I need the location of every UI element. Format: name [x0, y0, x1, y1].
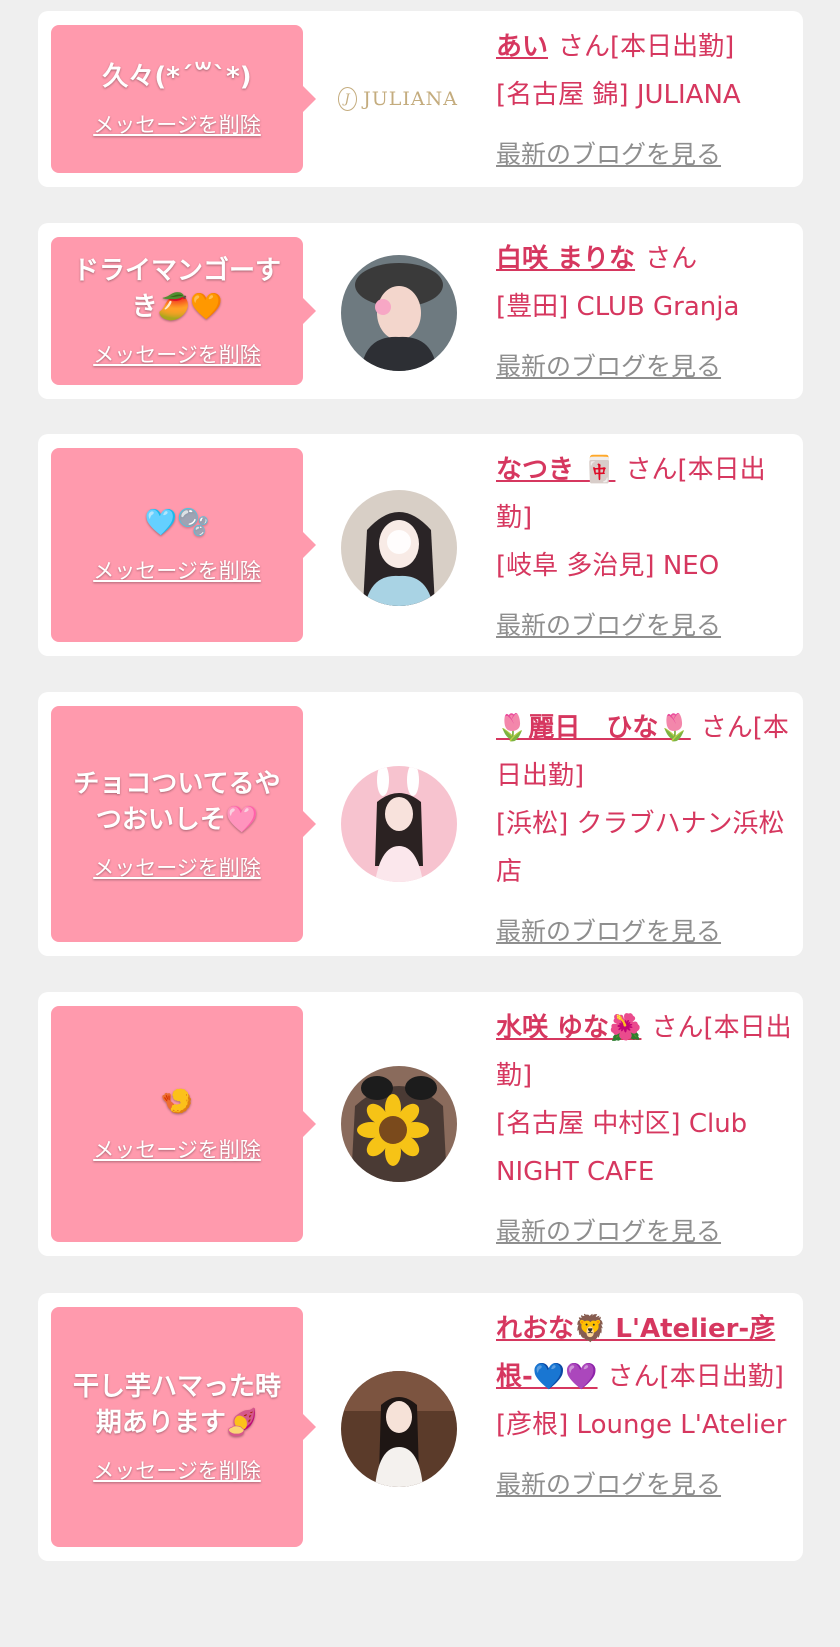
message-text: 干し芋ハマった時期あります🍠 — [72, 1372, 281, 1438]
message-text: チョコついてるやつおいしそ🩷 — [73, 769, 281, 835]
delete-message-link[interactable]: メッセージを削除 — [93, 109, 261, 139]
message-card: 干し芋ハマった時期あります🍠 メッセージを削除 れおな🦁 L'Atelier-彦… — [38, 1293, 803, 1561]
cast-info: あい さん[本日出勤] [名古屋 錦] JULIANA 最新のブログを見る — [496, 23, 796, 179]
portrait-photo-icon — [341, 490, 457, 606]
message-bubble: ドライマンゴーすき🥭🧡 メッセージを削除 — [51, 237, 316, 385]
cast-name-link[interactable]: 白咲 まりな — [496, 244, 635, 274]
delete-message-link[interactable]: メッセージを削除 — [93, 1455, 261, 1485]
latest-blog-link[interactable]: 最新のブログを見る — [496, 602, 796, 650]
message-card: チョコついてるやつおいしそ🩷 メッセージを削除 🌷麗日 ひな🌷 さん[本日出勤] … — [38, 692, 803, 956]
cast-name-link[interactable]: 水咲 ゆな🌺 — [496, 1013, 641, 1043]
cast-suffix: さん[本日出勤] — [607, 1362, 784, 1392]
portrait-photo-icon — [341, 255, 457, 371]
latest-blog-link[interactable]: 最新のブログを見る — [496, 1461, 796, 1509]
logo-emblem-icon: J — [338, 87, 358, 111]
message-card: 🍤 メッセージを削除 水咲 ゆな🌺 さん[本日出勤] [名古屋 中村区] Clu… — [38, 992, 803, 1256]
cast-info: れおな🦁 L'Atelier-彦根-💙💜 さん[本日出勤] [彦根] Lounge… — [496, 1305, 796, 1509]
message-text: 久々(*´꒳`*) — [102, 62, 252, 92]
cast-avatar[interactable] — [341, 1066, 457, 1182]
cast-name-link[interactable]: なつき 🀄 — [496, 455, 615, 485]
store-name: [豊田] CLUB Granja — [496, 292, 740, 322]
latest-blog-link[interactable]: 最新のブログを見る — [496, 343, 796, 391]
cast-name-link[interactable]: あい — [496, 32, 548, 62]
cast-title-line: 🌷麗日 ひな🌷 さん[本日出勤] — [496, 704, 796, 800]
cast-suffix: さん — [645, 244, 698, 274]
delete-message-link[interactable]: メッセージを削除 — [93, 339, 261, 369]
delete-message-link[interactable]: メッセージを削除 — [93, 852, 261, 882]
message-card: ドライマンゴーすき🥭🧡 メッセージを削除 白咲 まりな さん [豊田] CLUB … — [38, 223, 803, 399]
cast-info: 白咲 まりな さん [豊田] CLUB Granja 最新のブログを見る — [496, 235, 796, 391]
cast-title-line: なつき 🀄 さん[本日出勤] — [496, 446, 796, 542]
cast-title-line: 白咲 まりな さん — [496, 235, 796, 283]
message-text: 🩵🫧 — [144, 508, 210, 538]
latest-blog-link[interactable]: 最新のブログを見る — [496, 131, 796, 179]
message-bubble: 久々(*´꒳`*) メッセージを削除 — [51, 25, 316, 173]
cast-avatar[interactable] — [341, 490, 457, 606]
store-name: [名古屋 中村区] Club NIGHT CAFE — [496, 1109, 748, 1187]
message-text: ドライマンゴーすき🥭🧡 — [72, 256, 281, 322]
message-list: 久々(*´꒳`*) メッセージを削除 J JULIANA あい さん[本日出勤] … — [0, 0, 840, 1647]
cast-info: 水咲 ゆな🌺 さん[本日出勤] [名古屋 中村区] Club NIGHT CAFE… — [496, 1004, 796, 1256]
delete-message-link[interactable]: メッセージを削除 — [93, 555, 261, 585]
cast-title-line: あい さん[本日出勤] — [496, 23, 796, 71]
message-card: 久々(*´꒳`*) メッセージを削除 J JULIANA あい さん[本日出勤] … — [38, 11, 803, 187]
message-text: 🍤 — [160, 1087, 194, 1117]
cast-avatar[interactable] — [341, 766, 457, 882]
store-name: [名古屋 錦] JULIANA — [496, 80, 741, 110]
message-bubble: チョコついてるやつおいしそ🩷 メッセージを削除 — [51, 706, 316, 942]
store-name: [浜松] クラブハナン浜松店 — [496, 809, 785, 887]
cast-title-line: れおな🦁 L'Atelier-彦根-💙💜 さん[本日出勤] — [496, 1305, 796, 1401]
store-logo-text: JULIANA — [363, 88, 458, 110]
latest-blog-link[interactable]: 最新のブログを見る — [496, 1208, 796, 1256]
store-logo: J JULIANA — [338, 79, 458, 119]
cast-suffix: さん[本日出勤] — [558, 32, 735, 62]
portrait-photo-icon — [341, 766, 457, 882]
delete-message-link[interactable]: メッセージを削除 — [93, 1134, 261, 1164]
cast-name-link[interactable]: 🌷麗日 ひな🌷 — [496, 713, 691, 743]
message-bubble: 🩵🫧 メッセージを削除 — [51, 448, 316, 642]
store-name: [岐阜 多治見] NEO — [496, 551, 720, 581]
cast-info: なつき 🀄 さん[本日出勤] [岐阜 多治見] NEO 最新のブログを見る — [496, 446, 796, 650]
cast-avatar[interactable] — [341, 1371, 457, 1487]
message-bubble: 干し芋ハマった時期あります🍠 メッセージを削除 — [51, 1307, 316, 1547]
portrait-photo-icon — [341, 1371, 457, 1487]
latest-blog-link[interactable]: 最新のブログを見る — [496, 908, 796, 956]
cast-info: 🌷麗日 ひな🌷 さん[本日出勤] [浜松] クラブハナン浜松店 最新のブログを見る — [496, 704, 796, 956]
cast-title-line: 水咲 ゆな🌺 さん[本日出勤] — [496, 1004, 796, 1100]
message-bubble: 🍤 メッセージを削除 — [51, 1006, 316, 1242]
message-card: 🩵🫧 メッセージを削除 なつき 🀄 さん[本日出勤] [岐阜 多治見] NEO 最… — [38, 434, 803, 656]
store-name: [彦根] Lounge L'Atelier — [496, 1410, 787, 1440]
sunflower-face-photo-icon — [341, 1066, 457, 1182]
cast-avatar[interactable] — [341, 255, 457, 371]
